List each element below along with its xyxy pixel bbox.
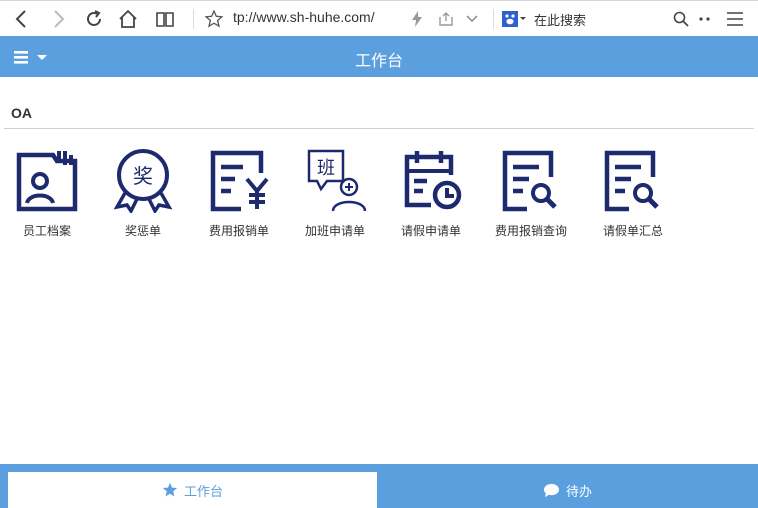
tile-label: 奖惩单: [124, 224, 161, 238]
overtime-user-icon: 班: [307, 149, 367, 212]
award-ribbon-icon: 奖: [113, 149, 173, 213]
menu-icon[interactable]: [723, 7, 747, 31]
calendar-clock-icon: [404, 151, 462, 210]
reader-icon[interactable]: [153, 7, 177, 31]
back-icon[interactable]: [10, 7, 34, 31]
svg-text:奖: 奖: [133, 164, 153, 188]
divider: [193, 9, 194, 29]
tab-label: 待办: [565, 484, 592, 500]
chat-bubble-icon: [543, 483, 559, 497]
section-header: OA: [4, 100, 754, 129]
browser-toolbar: tp://www.sh-huhe.com/ 在此搜索: [0, 0, 758, 36]
tile-expense-query[interactable]: 费用报销查询: [491, 147, 571, 239]
more-icon[interactable]: [693, 7, 717, 31]
tile-label: 加班申请单: [304, 224, 365, 238]
home-icon[interactable]: [116, 7, 140, 31]
tile-label: 费用报销查询: [494, 224, 567, 238]
search-icon[interactable]: [669, 7, 693, 31]
reload-icon[interactable]: [82, 7, 106, 31]
document-search-icon: [502, 150, 557, 212]
tile-reward-penalty[interactable]: 奖 奖惩单: [103, 147, 183, 239]
favorite-star-icon[interactable]: [202, 7, 226, 31]
baidu-paw-icon[interactable]: [500, 7, 528, 31]
tile-overtime-request[interactable]: 班 加班申请单: [295, 147, 375, 239]
tile-label: 费用报销单: [208, 224, 269, 238]
section-title: OA: [11, 105, 32, 121]
tile-label: 员工档案: [22, 224, 71, 238]
app-header: 工作台: [0, 36, 758, 77]
share-icon[interactable]: [434, 7, 458, 31]
tile-expense-form[interactable]: 费用报销单: [199, 147, 279, 239]
star-icon: [162, 482, 178, 497]
employee-file-icon: [16, 151, 78, 212]
tile-leave-summary[interactable]: 请假单汇总: [593, 147, 673, 239]
tile-leave-request[interactable]: 请假申请单: [391, 147, 471, 239]
tab-label: 工作台: [183, 484, 223, 500]
document-search-icon: [604, 150, 659, 212]
tile-label: 请假申请单: [400, 224, 461, 238]
forward-icon[interactable]: [46, 7, 70, 31]
tab-workbench[interactable]: 工作台: [8, 472, 377, 508]
expense-form-icon: [210, 150, 269, 212]
divider: [493, 9, 494, 29]
tile-label: 请假单汇总: [602, 224, 663, 238]
bottom-tab-bar: 工作台 待办: [0, 464, 758, 508]
dropdown-icon[interactable]: [460, 7, 484, 31]
page-title: 工作台: [354, 51, 403, 70]
svg-text:班: 班: [317, 158, 335, 179]
lightning-icon[interactable]: [405, 7, 429, 31]
tile-employee-file[interactable]: 员工档案: [7, 147, 87, 239]
search-box[interactable]: 在此搜索: [534, 10, 586, 29]
address-bar[interactable]: tp://www.sh-huhe.com/: [233, 9, 375, 25]
tab-todo[interactable]: 待办: [377, 472, 758, 508]
